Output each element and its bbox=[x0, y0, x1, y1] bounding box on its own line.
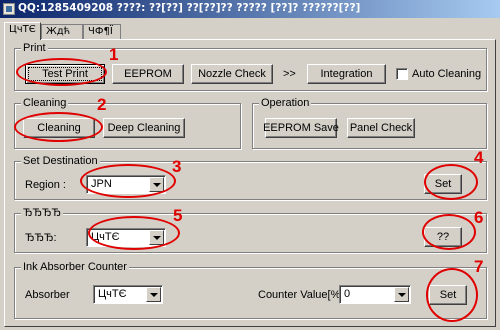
chevron-down-icon[interactable] bbox=[146, 287, 161, 302]
operation-group-label: Operation bbox=[259, 97, 312, 109]
panel-check-button[interactable]: Panel Check bbox=[347, 118, 415, 138]
annotation-number-3: 3 bbox=[172, 157, 182, 176]
ink-absorber-label: Ink Absorber Counter bbox=[21, 261, 129, 273]
annotation-circle-1 bbox=[16, 58, 107, 86]
annotation-circle-3 bbox=[80, 164, 176, 198]
counter-value-select[interactable]: 0 bbox=[339, 285, 411, 304]
counter-value: 0 bbox=[344, 288, 351, 300]
absorber-select[interactable]: ЦчТЄ bbox=[93, 285, 163, 304]
title-bar[interactable]: QQ:1285409208 ????: ??[??] ??[??]?? ????… bbox=[0, 0, 500, 18]
annotation-number-6: 6 bbox=[474, 208, 484, 227]
absorber-label: Absorber bbox=[25, 289, 70, 301]
annotation-number-1: 1 bbox=[109, 45, 119, 64]
operation-group: Operation EEPROM Save Panel Check bbox=[252, 97, 487, 149]
tab-third[interactable]: ЧФ¶Ї bbox=[83, 24, 121, 40]
auto-cleaning-label: Auto Cleaning bbox=[412, 68, 482, 80]
integration-button[interactable]: Integration bbox=[307, 64, 386, 84]
window-title: QQ:1285409208 ????: ??[??] ??[??]?? ????… bbox=[18, 2, 361, 14]
unknown-field-label: ЂЂЂ: bbox=[25, 232, 57, 244]
unknown-group: ЂЂЂЂ ЂЂЂ: ЦчТЄ ?? bbox=[14, 207, 487, 253]
annotation-number-5: 5 bbox=[173, 206, 183, 225]
eeprom-save-button[interactable]: EEPROM Save bbox=[263, 118, 339, 138]
annotation-number-2: 2 bbox=[97, 95, 107, 114]
annotation-circle-5 bbox=[88, 216, 180, 250]
chevron-down-icon[interactable] bbox=[394, 287, 409, 302]
region-label: Region : bbox=[25, 179, 66, 191]
eeprom-button[interactable]: EEPROM bbox=[112, 64, 184, 84]
app-icon bbox=[3, 3, 15, 15]
counter-value-label: Counter Value[%] bbox=[258, 289, 344, 301]
tab-main[interactable]: ЦчТЄ bbox=[4, 22, 41, 40]
unknown-group-label: ЂЂЂЂ bbox=[21, 207, 64, 219]
ink-absorber-group: Ink Absorber Counter Absorber ЦчТЄ Count… bbox=[14, 261, 487, 319]
annotation-circle-7 bbox=[426, 268, 478, 322]
set-destination-label: Set Destination bbox=[21, 155, 100, 167]
print-group-label: Print bbox=[21, 42, 48, 54]
annotation-circle-4 bbox=[424, 164, 478, 200]
auto-cleaning-checkbox[interactable] bbox=[396, 68, 408, 80]
annotation-number-4: 4 bbox=[474, 148, 484, 167]
annotation-circle-2 bbox=[14, 112, 103, 142]
annotation-number-7: 7 bbox=[474, 257, 484, 276]
arrows-text: >> bbox=[283, 68, 296, 80]
deep-cleaning-button[interactable]: Deep Cleaning bbox=[103, 118, 185, 138]
tab-second[interactable]: Ждћ bbox=[41, 24, 83, 40]
cleaning-group-label: Cleaning bbox=[21, 97, 69, 109]
nozzle-check-button[interactable]: Nozzle Check bbox=[191, 64, 273, 84]
annotation-circle-6 bbox=[422, 214, 476, 250]
absorber-value: ЦчТЄ bbox=[98, 288, 127, 300]
